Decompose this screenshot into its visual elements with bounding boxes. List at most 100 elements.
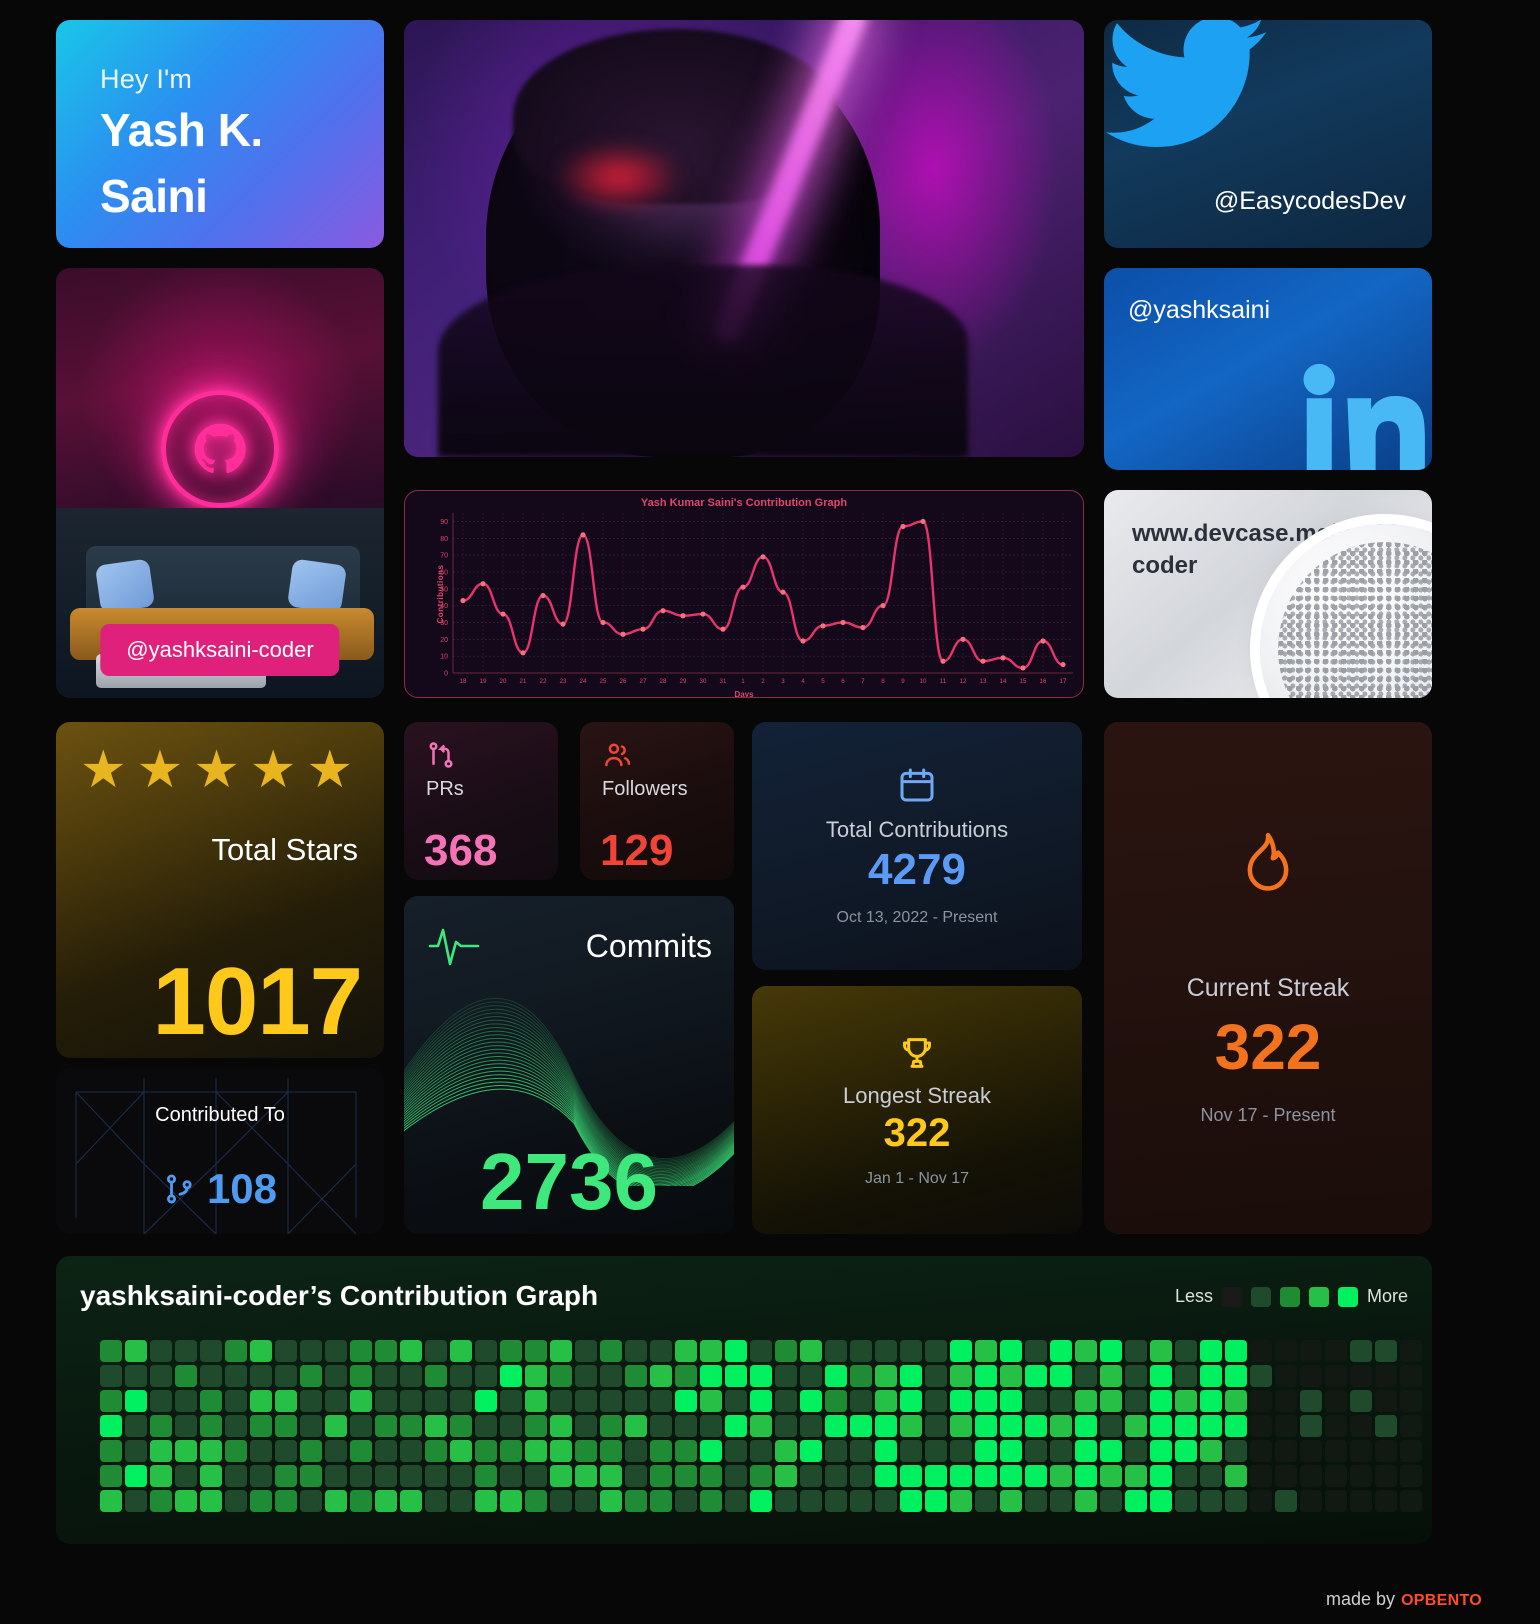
heatmap-cell[interactable]: [425, 1340, 447, 1362]
heatmap-cell[interactable]: [800, 1340, 822, 1362]
heatmap-cell[interactable]: [1400, 1340, 1422, 1362]
heatmap-cell[interactable]: [1175, 1440, 1197, 1462]
heatmap-cell[interactable]: [100, 1340, 122, 1362]
heatmap-cell[interactable]: [600, 1440, 622, 1462]
heatmap-cell[interactable]: [700, 1490, 722, 1512]
heatmap-cell[interactable]: [1275, 1440, 1297, 1462]
heatmap-cell[interactable]: [1025, 1390, 1047, 1412]
heatmap-cell[interactable]: [450, 1490, 472, 1512]
heatmap-cell[interactable]: [225, 1440, 247, 1462]
heatmap-cell[interactable]: [1375, 1440, 1397, 1462]
heatmap-cell[interactable]: [425, 1415, 447, 1437]
heatmap-cell[interactable]: [250, 1415, 272, 1437]
heatmap-cell[interactable]: [1300, 1490, 1322, 1512]
heatmap-cell[interactable]: [900, 1490, 922, 1512]
heatmap-cell[interactable]: [975, 1365, 997, 1387]
heatmap-cell[interactable]: [550, 1490, 572, 1512]
heatmap-cell[interactable]: [850, 1415, 872, 1437]
heatmap-cell[interactable]: [1225, 1340, 1247, 1362]
heatmap-cell[interactable]: [1175, 1490, 1197, 1512]
heatmap-cell[interactable]: [725, 1415, 747, 1437]
heatmap-cell[interactable]: [875, 1490, 897, 1512]
heatmap-cell[interactable]: [825, 1490, 847, 1512]
heatmap-cell[interactable]: [1250, 1365, 1272, 1387]
heatmap-cell[interactable]: [1050, 1365, 1072, 1387]
heatmap-cell[interactable]: [900, 1365, 922, 1387]
heatmap-cell[interactable]: [1125, 1465, 1147, 1487]
heatmap-cell[interactable]: [250, 1365, 272, 1387]
heatmap-cell[interactable]: [1200, 1415, 1222, 1437]
heatmap-cell[interactable]: [1250, 1465, 1272, 1487]
heatmap-cell[interactable]: [1375, 1465, 1397, 1487]
heatmap-cell[interactable]: [650, 1490, 672, 1512]
heatmap-cell[interactable]: [875, 1390, 897, 1412]
heatmap-cell[interactable]: [900, 1340, 922, 1362]
heatmap-cell[interactable]: [1375, 1365, 1397, 1387]
heatmap-cell[interactable]: [750, 1365, 772, 1387]
heatmap-cell[interactable]: [1050, 1390, 1072, 1412]
heatmap-cell[interactable]: [450, 1440, 472, 1462]
heatmap-cell[interactable]: [875, 1440, 897, 1462]
heatmap-cell[interactable]: [150, 1490, 172, 1512]
heatmap-cell[interactable]: [1350, 1390, 1372, 1412]
heatmap-cell[interactable]: [1325, 1465, 1347, 1487]
heatmap-cell[interactable]: [750, 1440, 772, 1462]
heatmap-cell[interactable]: [575, 1490, 597, 1512]
heatmap-cell[interactable]: [1150, 1390, 1172, 1412]
heatmap-cell[interactable]: [625, 1490, 647, 1512]
heatmap-cell[interactable]: [125, 1390, 147, 1412]
heatmap-cell[interactable]: [975, 1415, 997, 1437]
heatmap-cell[interactable]: [750, 1340, 772, 1362]
heatmap-cell[interactable]: [1250, 1390, 1272, 1412]
heatmap-cell[interactable]: [300, 1340, 322, 1362]
heatmap-cell[interactable]: [100, 1440, 122, 1462]
heatmap-cell[interactable]: [500, 1390, 522, 1412]
heatmap-cell[interactable]: [675, 1390, 697, 1412]
heatmap-cell[interactable]: [525, 1440, 547, 1462]
heatmap-cell[interactable]: [750, 1490, 772, 1512]
heatmap-cell[interactable]: [875, 1340, 897, 1362]
heatmap-cell[interactable]: [1275, 1340, 1297, 1362]
heatmap-cell[interactable]: [1200, 1490, 1222, 1512]
heatmap-cell[interactable]: [925, 1365, 947, 1387]
heatmap-cell[interactable]: [1375, 1415, 1397, 1437]
heatmap-cell[interactable]: [1150, 1490, 1172, 1512]
heatmap-cell[interactable]: [1025, 1365, 1047, 1387]
github-handle[interactable]: @yashksaini-coder: [100, 624, 340, 676]
heatmap-cell[interactable]: [1225, 1490, 1247, 1512]
heatmap-cell[interactable]: [500, 1415, 522, 1437]
heatmap-cell[interactable]: [925, 1415, 947, 1437]
heatmap-cell[interactable]: [500, 1340, 522, 1362]
heatmap-cell[interactable]: [200, 1390, 222, 1412]
heatmap-cell[interactable]: [900, 1415, 922, 1437]
heatmap-cell[interactable]: [400, 1365, 422, 1387]
heatmap-cell[interactable]: [700, 1415, 722, 1437]
heatmap-cell[interactable]: [1050, 1465, 1072, 1487]
heatmap-cell[interactable]: [300, 1490, 322, 1512]
heatmap-cell[interactable]: [1375, 1490, 1397, 1512]
heatmap-cell[interactable]: [650, 1465, 672, 1487]
heatmap-cell[interactable]: [150, 1415, 172, 1437]
heatmap-cell[interactable]: [925, 1340, 947, 1362]
heatmap-cell[interactable]: [900, 1465, 922, 1487]
heatmap-cell[interactable]: [975, 1465, 997, 1487]
heatmap-cell[interactable]: [350, 1390, 372, 1412]
heatmap-cell[interactable]: [400, 1390, 422, 1412]
heatmap-cell[interactable]: [1075, 1440, 1097, 1462]
heatmap-cell[interactable]: [725, 1390, 747, 1412]
heatmap-cell[interactable]: [425, 1490, 447, 1512]
heatmap-cell[interactable]: [600, 1365, 622, 1387]
heatmap-cell[interactable]: [175, 1490, 197, 1512]
heatmap-cell[interactable]: [925, 1465, 947, 1487]
heatmap-cell[interactable]: [200, 1415, 222, 1437]
heatmap-cell[interactable]: [800, 1390, 822, 1412]
heatmap-cell[interactable]: [375, 1390, 397, 1412]
heatmap-cell[interactable]: [1175, 1465, 1197, 1487]
heatmap-cell[interactable]: [325, 1415, 347, 1437]
heatmap-cell[interactable]: [425, 1365, 447, 1387]
heatmap-cell[interactable]: [1125, 1340, 1147, 1362]
heatmap-cell[interactable]: [825, 1365, 847, 1387]
heatmap-cell[interactable]: [1025, 1440, 1047, 1462]
heatmap-cell[interactable]: [675, 1340, 697, 1362]
heatmap-cell[interactable]: [100, 1465, 122, 1487]
